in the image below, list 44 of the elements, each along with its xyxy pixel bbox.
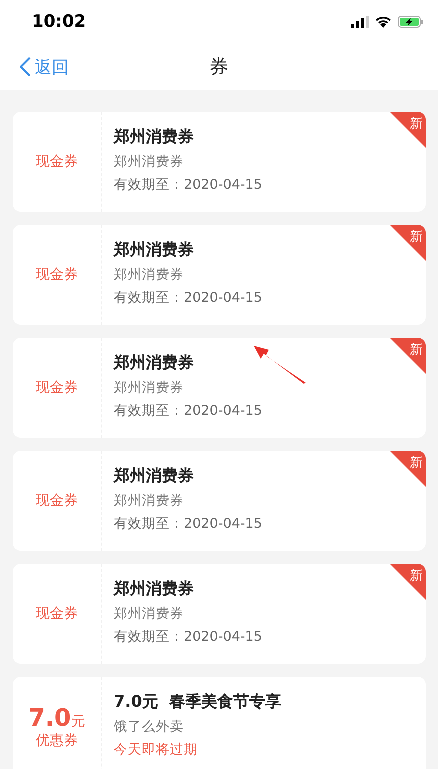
coupon-title: 郑州消费券 — [114, 466, 195, 487]
coupon-type: 现金券 — [36, 266, 78, 284]
coupon-validity: 今天即将过期 — [114, 741, 199, 759]
pointer-arrow — [252, 344, 308, 386]
new-badge: 新 — [390, 451, 426, 487]
coupon-subtitle: 郑州消费券 — [114, 266, 185, 284]
status-time: 10:02 — [32, 12, 86, 32]
coupon-card[interactable]: 现金券 郑州消费券 郑州消费券 有效期至：2020-04-15 新 — [13, 338, 426, 438]
coupon-validity: 有效期至：2020-04-15 — [114, 289, 264, 307]
coupon-subtitle: 饿了么外卖 — [114, 718, 185, 736]
coupon-subtitle: 郑州消费券 — [114, 492, 185, 510]
coupon-subtitle: 郑州消费券 — [114, 153, 185, 171]
new-badge: 新 — [390, 112, 426, 148]
coupon-title: 郑州消费券 — [114, 579, 195, 600]
coupon-subtitle: 郑州消费券 — [114, 379, 185, 397]
new-badge: 新 — [390, 338, 426, 374]
coupon-title: 7.0元 春季美食节专享 — [114, 692, 282, 713]
coupon-type: 现金券 — [36, 605, 78, 623]
coupon-title: 郑州消费券 — [114, 240, 195, 261]
coupon-validity: 有效期至：2020-04-15 — [114, 176, 264, 194]
coupon-card[interactable]: 现金券 郑州消费券 郑州消费券 有效期至：2020-04-15 新 — [13, 225, 426, 325]
amount-unit: 元 — [71, 713, 86, 731]
coupon-card[interactable]: 7.0元 优惠券 7.0元 春季美食节专享 饿了么外卖 今天即将过期 — [13, 677, 426, 769]
wifi-icon — [375, 16, 392, 28]
page-title: 券 — [210, 55, 228, 80]
coupon-title: 郑州消费券 — [114, 353, 195, 374]
coupon-validity: 有效期至：2020-04-15 — [114, 628, 264, 646]
new-badge: 新 — [390, 564, 426, 600]
coupon-subtitle: 郑州消费券 — [114, 605, 185, 623]
coupon-amount: 7.0 — [28, 704, 72, 732]
coupon-validity: 有效期至：2020-04-15 — [114, 515, 264, 533]
coupon-type: 现金券 — [36, 379, 78, 397]
coupon-title: 郑州消费券 — [114, 127, 195, 148]
new-badge: 新 — [390, 225, 426, 261]
coupon-type: 现金券 — [36, 153, 78, 171]
back-icon — [20, 57, 31, 77]
coupon-validity: 有效期至：2020-04-15 — [114, 402, 264, 420]
coupon-card[interactable]: 现金券 郑州消费券 郑州消费券 有效期至：2020-04-15 新 — [13, 112, 426, 212]
coupon-type: 现金券 — [36, 492, 78, 510]
battery-icon — [398, 16, 424, 28]
coupon-card[interactable]: 现金券 郑州消费券 郑州消费券 有效期至：2020-04-15 新 — [13, 564, 426, 664]
coupon-card[interactable]: 现金券 郑州消费券 郑州消费券 有效期至：2020-04-15 新 — [13, 451, 426, 551]
signal-icon — [351, 16, 369, 28]
coupon-type: 优惠券 — [36, 732, 78, 750]
